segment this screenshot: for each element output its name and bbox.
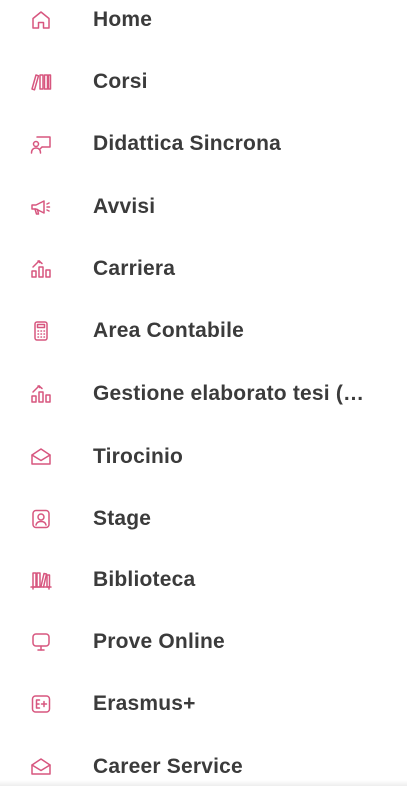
scroll-shadow	[0, 780, 407, 786]
career-chart-icon	[28, 381, 54, 407]
menu-item-stage[interactable]: Stage	[0, 491, 407, 547]
books-icon	[28, 69, 54, 95]
menu-item-home[interactable]: Home	[0, 0, 407, 48]
menu-item-biblioteca[interactable]: Biblioteca	[0, 552, 407, 608]
menu-item-career-service[interactable]: Career Service	[0, 739, 407, 786]
presenter-board-icon	[28, 131, 54, 157]
menu-item-corsi[interactable]: Corsi	[0, 54, 407, 110]
envelope-icon	[28, 754, 54, 780]
erasmus-badge-icon	[28, 691, 54, 717]
menu-item-label: Tirocinio	[93, 445, 184, 468]
menu-item-label: Didattica Sincrona	[93, 132, 281, 155]
menu-item-label: Stage	[93, 507, 152, 530]
menu-item-label: Gestione elaborato tesi (…	[93, 382, 365, 405]
user-badge-icon	[28, 506, 54, 532]
menu-item-label: Avvisi	[93, 195, 156, 218]
megaphone-icon	[28, 194, 54, 220]
menu-item-gestione-elaborato-tesi[interactable]: Gestione elaborato tesi (…	[0, 366, 407, 422]
career-chart-icon	[28, 256, 54, 282]
menu-item-label: Career Service	[93, 755, 243, 778]
envelope-icon	[28, 444, 54, 470]
home-icon	[28, 7, 54, 33]
sidebar-menu: Home Corsi Didattica Sincrona Avvisi Car…	[0, 0, 407, 786]
menu-item-label: Corsi	[93, 70, 148, 93]
monitor-icon	[28, 629, 54, 655]
calculator-icon	[28, 318, 54, 344]
menu-item-erasmus[interactable]: Erasmus+	[0, 676, 407, 732]
menu-item-area-contabile[interactable]: Area Contabile	[0, 303, 407, 359]
menu-item-prove-online[interactable]: Prove Online	[0, 614, 407, 670]
menu-item-carriera[interactable]: Carriera	[0, 241, 407, 297]
menu-item-label: Carriera	[93, 257, 176, 280]
menu-item-tirocinio[interactable]: Tirocinio	[0, 429, 407, 485]
menu-item-label: Erasmus+	[93, 692, 196, 715]
menu-item-avvisi[interactable]: Avvisi	[0, 179, 407, 235]
menu-item-didattica-sincrona[interactable]: Didattica Sincrona	[0, 116, 407, 172]
bookshelf-icon	[28, 567, 54, 593]
menu-item-label: Area Contabile	[93, 319, 244, 342]
menu-item-label: Home	[93, 8, 153, 31]
menu-item-label: Biblioteca	[93, 568, 196, 591]
menu-item-label: Prove Online	[93, 630, 225, 653]
